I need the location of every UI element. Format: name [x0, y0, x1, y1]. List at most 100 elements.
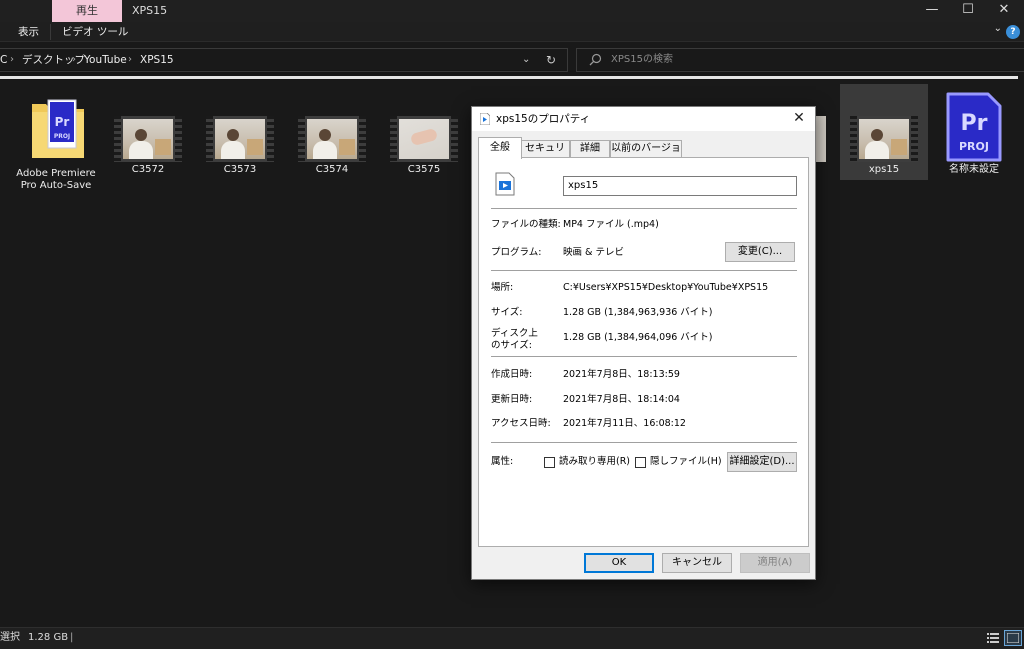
file-label: C3575: [407, 164, 441, 175]
video-file-item-selected[interactable]: xps15: [840, 84, 928, 180]
disk-size-label: ディスク上: [491, 328, 538, 339]
file-label: C3572: [131, 164, 165, 175]
file-type-value: MP4 ファイル (.mp4): [563, 219, 659, 230]
large-icons-view-icon[interactable]: [1004, 630, 1022, 646]
readonly-checkbox[interactable]: [544, 457, 555, 468]
search-placeholder: XPS15の検索: [611, 54, 673, 65]
file-type-label: ファイルの種類:: [491, 219, 561, 230]
video-file-item[interactable]: C3575: [380, 84, 468, 180]
file-label: 名称未設定: [949, 164, 999, 175]
divider: [491, 208, 797, 209]
modified-value: 2021年7月8日、18:14:04: [563, 394, 680, 405]
divider: [491, 356, 797, 357]
program-value: 映画 & テレビ: [563, 247, 624, 258]
status-separator: |: [70, 632, 74, 643]
disk-size-value: 1.28 GB (1,384,964,096 バイト): [563, 332, 713, 343]
video-thumbnail: [298, 116, 366, 162]
general-panel: xps15 ファイルの種類: MP4 ファイル (.mp4) プログラム: 映画…: [478, 157, 809, 547]
chevron-right-icon[interactable]: ›: [128, 49, 132, 71]
address-divider: [0, 76, 1018, 79]
video-file-item[interactable]: C3574: [288, 84, 376, 180]
hidden-label[interactable]: 隠しファイル(H): [650, 456, 722, 468]
tab-previous-versions[interactable]: 以前のバージョン: [610, 140, 682, 170]
hidden-thumbnail-edge: [816, 116, 826, 162]
video-thumbnail: [850, 116, 918, 162]
accessed-label: アクセス日時:: [491, 418, 551, 429]
premiere-pr-text: Pr: [961, 111, 988, 136]
disk-size-label-line2: のサイズ:: [491, 340, 532, 351]
program-label: プログラム:: [491, 247, 542, 258]
file-name-input[interactable]: xps15: [563, 176, 797, 196]
refresh-icon[interactable]: ↻: [546, 49, 556, 71]
chevron-right-icon[interactable]: ›: [72, 49, 76, 71]
status-bar: 選択 1.28 GB |: [0, 627, 1024, 649]
divider: [491, 270, 797, 271]
window-title: XPS15: [132, 4, 168, 17]
readonly-label[interactable]: 読み取り専用(R): [559, 456, 630, 468]
attributes-label: 属性:: [491, 456, 514, 467]
ribbon-tab-play[interactable]: 再生: [52, 0, 122, 22]
tab-security[interactable]: セキュリティ: [520, 140, 570, 170]
video-thumbnail: [114, 116, 182, 162]
video-file-item[interactable]: C3572: [104, 84, 192, 180]
location-label: 場所:: [491, 282, 514, 293]
address-row: C › デスクトップ › YouTube › XPS15 ⌄ ↻ XPS15の検…: [0, 42, 1024, 78]
file-label: C3573: [223, 164, 257, 175]
dialog-close-icon[interactable]: ✕: [785, 107, 813, 131]
svg-text:PROJ: PROJ: [54, 133, 70, 140]
video-thumbnail: [206, 116, 274, 162]
accessed-value: 2021年7月11日、16:08:12: [563, 418, 686, 429]
chevron-down-icon[interactable]: ⌄: [994, 23, 1002, 34]
premiere-folder-icon: Pr PROJ: [32, 99, 84, 158]
size-label: サイズ:: [491, 307, 523, 318]
video-thumbnail: [390, 116, 458, 162]
maximize-button[interactable]: ☐: [950, 0, 986, 22]
breadcrumb-youtube[interactable]: YouTube: [84, 49, 127, 71]
minimize-button[interactable]: —: [914, 0, 950, 22]
tab-general[interactable]: 全般: [478, 137, 522, 159]
breadcrumb-root[interactable]: C: [0, 49, 7, 71]
video-file-item[interactable]: C3573: [196, 84, 284, 180]
cancel-button[interactable]: キャンセル: [662, 553, 732, 573]
change-button[interactable]: 変更(C)...: [725, 242, 795, 262]
chevron-right-icon[interactable]: ›: [10, 49, 14, 71]
apply-button[interactable]: 適用(A): [740, 553, 810, 573]
tab-details[interactable]: 詳細: [570, 140, 610, 158]
premiere-project-item[interactable]: Pr PROJ 名称未設定: [930, 84, 1018, 180]
location-value: C:¥Users¥XPS15¥Desktop¥YouTube¥XPS15: [563, 282, 769, 293]
divider: [491, 442, 797, 443]
address-bar[interactable]: C › デスクトップ › YouTube › XPS15 ⌄ ↻: [0, 48, 568, 72]
help-icon[interactable]: ?: [1006, 25, 1020, 39]
search-input[interactable]: XPS15の検索: [576, 48, 1024, 72]
search-icon: [589, 53, 602, 66]
hidden-checkbox[interactable]: [635, 457, 646, 468]
premiere-project-icon: Pr PROJ: [946, 92, 1002, 162]
created-value: 2021年7月8日、18:13:59: [563, 369, 680, 380]
video-file-icon: [495, 172, 515, 196]
breadcrumb-xps15[interactable]: XPS15: [140, 49, 174, 71]
address-dropdown-icon[interactable]: ⌄: [522, 49, 530, 71]
file-label: Adobe Premiere Pro Auto-Save: [16, 168, 96, 191]
dialog-title: xps15のプロパティ: [496, 113, 591, 125]
close-button[interactable]: ✕: [986, 0, 1022, 22]
title-bar: 再生 XPS15 — ☐ ✕: [0, 0, 1024, 22]
file-label: xps15: [868, 164, 900, 175]
modified-label: 更新日時:: [491, 394, 533, 405]
status-size: 1.28 GB: [28, 632, 69, 643]
size-value: 1.28 GB (1,384,963,936 バイト): [563, 307, 713, 318]
properties-dialog: xps15のプロパティ ✕ 全般 セキュリティ 詳細 以前のバージョン xps1…: [471, 106, 816, 580]
ok-button[interactable]: OK: [584, 553, 654, 573]
status-selection: 選択: [0, 632, 20, 643]
folder-item[interactable]: Pr PROJ Adobe Premiere Pro Auto-Save: [12, 84, 100, 191]
advanced-button[interactable]: 詳細設定(D)...: [727, 452, 797, 472]
ribbon-separator: [50, 24, 51, 40]
details-view-icon[interactable]: [986, 631, 1000, 645]
premiere-proj-text: PROJ: [959, 140, 989, 153]
dialog-title-bar[interactable]: xps15のプロパティ ✕: [472, 107, 815, 131]
file-label: C3574: [315, 164, 349, 175]
ribbon-tab-view[interactable]: 表示: [18, 22, 39, 42]
svg-text:Pr: Pr: [55, 115, 70, 129]
created-label: 作成日時:: [491, 369, 533, 380]
ribbon-tab-video-tools[interactable]: ビデオ ツール: [62, 22, 128, 42]
video-file-icon: [480, 113, 490, 125]
